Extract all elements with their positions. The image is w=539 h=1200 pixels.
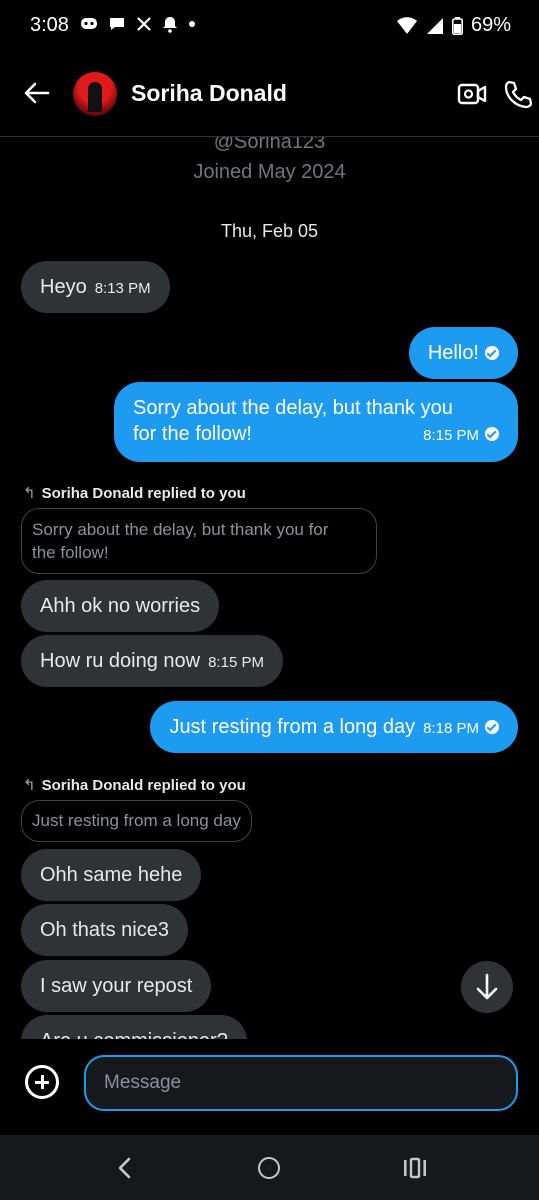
scroll-down-button[interactable] [461, 961, 513, 1013]
message-composer [0, 1039, 539, 1135]
conversation-header: Soriha Donald [0, 52, 539, 137]
quoted-text: Sorry about the delay, but thank you for [32, 520, 329, 539]
message-input[interactable] [84, 1055, 518, 1111]
reply-label-text: Soriha Donald replied to you [41, 777, 246, 794]
notification-icons [80, 15, 196, 33]
arrow-down-icon [476, 973, 498, 1000]
quoted-text: Just resting from a long day [32, 811, 241, 830]
read-check-icon [485, 427, 499, 441]
reply-label: ↰ Soriha Donald replied to you [23, 484, 246, 502]
nav-back-icon[interactable] [113, 1155, 137, 1181]
reply-arrow-icon: ↰ [23, 777, 36, 794]
chat-bubble-icon [110, 18, 124, 30]
message-time: 8:13 PM [94, 280, 151, 297]
dot-icon [189, 21, 195, 27]
message-text: Ohh same hehe [40, 864, 183, 886]
message-time: 8:15 PM [423, 427, 479, 444]
avatar[interactable] [73, 72, 117, 116]
quoted-message[interactable]: Sorry about the delay, but thank you for… [21, 508, 377, 574]
message-bubble-received[interactable]: How ru doing now 8:15 PM [21, 635, 283, 687]
message-text: Just resting from a long day [169, 716, 416, 738]
nav-home-icon[interactable] [258, 1157, 280, 1179]
quoted-message[interactable]: Just resting from a long day [21, 800, 252, 842]
joined-date: Joined May 2024 [193, 161, 346, 183]
reply-arrow-icon: ↰ [23, 485, 36, 502]
video-camera-icon[interactable] [457, 81, 487, 107]
system-navigation-bar [0, 1135, 539, 1200]
phone-icon[interactable] [503, 79, 533, 109]
profile-handle: @Soriha123 [213, 137, 326, 153]
plus-circle-icon[interactable] [25, 1065, 59, 1099]
message-bubble-sent[interactable]: Just resting from a long day 8:18 PM [150, 701, 518, 753]
message-time: 8:15 PM [208, 654, 264, 671]
status-time: 3:08 [30, 14, 69, 36]
discord-icon [81, 18, 97, 29]
message-bubble-received[interactable]: Oh thats nice3 [21, 904, 188, 956]
reply-label-text: Soriha Donald replied to you [41, 485, 246, 502]
nav-recents-icon[interactable] [402, 1157, 428, 1179]
cell-signal-icon [426, 17, 443, 34]
x-logo-icon [137, 17, 151, 31]
message-time: 8:18 PM [423, 720, 479, 737]
system-status-icons: 69% [396, 14, 511, 37]
message-bubble-received[interactable]: Heyo 8:13 PM [21, 261, 170, 313]
message-bubble-received[interactable]: Ohh same hehe [21, 849, 202, 901]
read-check-icon [485, 346, 499, 360]
message-bubble-sent[interactable]: Hello! [408, 327, 518, 379]
quoted-text: the follow! [32, 543, 109, 562]
message-text: Oh thats nice3 [40, 919, 169, 941]
message-text: I saw your repost [40, 975, 193, 997]
date-separator: Thu, Feb 05 [220, 221, 319, 241]
arrow-left-icon[interactable] [22, 78, 52, 108]
read-check-icon [485, 720, 499, 734]
wifi-icon [396, 16, 417, 34]
message-text: Heyo [40, 276, 87, 298]
status-bar: 3:08 69% [0, 0, 539, 52]
message-text: Hello! [427, 342, 479, 364]
reply-label: ↰ Soriha Donald replied to you [23, 776, 246, 794]
message-bubble-received[interactable]: Ahh ok no worries [21, 580, 220, 632]
message-text: Ahh ok no worries [40, 595, 201, 617]
message-bubble-received[interactable]: I saw your repost [21, 960, 212, 1012]
battery-icon [451, 16, 463, 35]
battery-percent: 69% [470, 14, 511, 36]
message-bubble-sent[interactable]: Sorry about the delay, but thank you for… [114, 382, 518, 462]
bell-icon [163, 17, 177, 33]
message-text: for the follow! [133, 423, 252, 445]
message-text: Are u commissioner? [40, 1030, 228, 1039]
contact-name[interactable]: Soriha Donald [131, 80, 287, 107]
message-text: How ru doing now [40, 650, 201, 672]
message-list[interactable]: @Soriha123 Joined May 2024 Thu, Feb 05 H… [0, 137, 539, 1039]
message-text: Sorry about the delay, but thank you [133, 397, 453, 419]
message-bubble-received[interactable]: Are u commissioner? [21, 1015, 247, 1039]
avatar-figure [88, 82, 102, 112]
